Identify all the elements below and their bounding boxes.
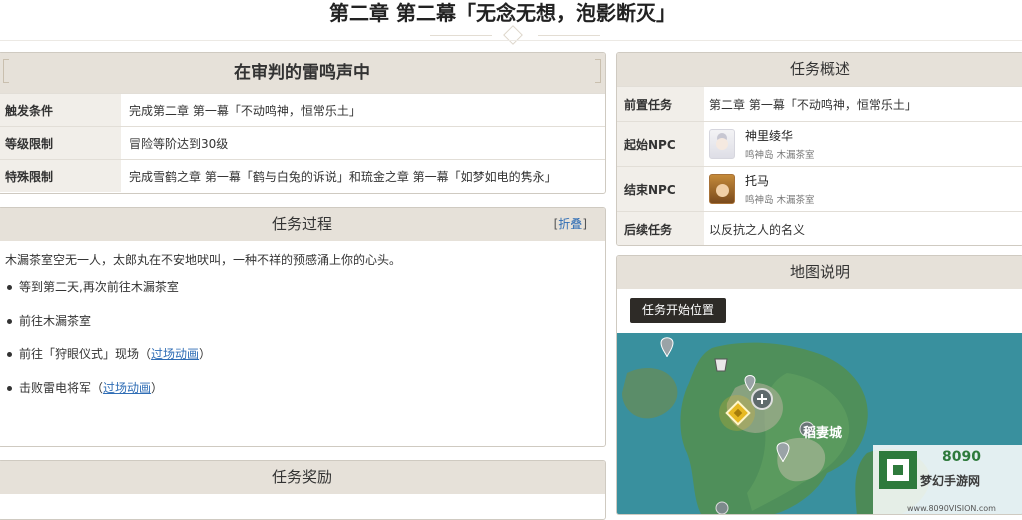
watermark-logo-text: 8090 (942, 449, 981, 465)
row-label: 前置任务 (617, 87, 704, 121)
process-steps: 等到第二天,再次前往木漏茶室 前往木漏茶室 前往「狩眼仪式」现场（过场动画） 击… (0, 271, 605, 405)
row-label: 起始NPC (617, 122, 704, 166)
info-row-special: 特殊限制 完成雪鹤之章 第一幕「鹤与白兔的诉说」和琉金之章 第一幕「如梦如电的隽… (0, 159, 605, 192)
list-item: 等到第二天,再次前往木漏茶室 (7, 271, 605, 305)
info-row-level: 等级限制 冒险等阶达到30级 (0, 126, 605, 159)
title-divider (0, 40, 1022, 41)
map-image: 稻妻城 8090 梦幻手游网 www.8090VISION.com (617, 333, 1022, 514)
reward-title: 任务奖励 (271, 468, 332, 486)
overview-row-start-npc: 起始NPC 神里绫华 鸣神岛 木漏茶室 (617, 121, 1022, 166)
map-title: 地图说明 (789, 263, 850, 281)
quest-name-header: 在审判的雷鸣声中 (0, 53, 605, 93)
bullet-icon (7, 385, 12, 391)
overview-row-prev: 前置任务 第二章 第一幕「不动鸣神，恒常乐土」 (617, 86, 1022, 121)
watermark-site-name: 梦幻手游网 (920, 473, 980, 488)
npc-name[interactable]: 托马 (745, 172, 815, 189)
overview-row-end-npc: 结束NPC 托马 鸣神岛 木漏茶室 (617, 166, 1022, 211)
overview-header: 任务概述 (617, 53, 1022, 86)
quest-name: 在审判的雷鸣声中 (234, 63, 370, 83)
cutscene-link[interactable]: 过场动画 (103, 372, 151, 406)
overview-title: 任务概述 (789, 60, 850, 78)
row-value: 完成第二章 第一幕「不动鸣神，恒常乐土」 (129, 103, 361, 118)
quest-map[interactable]: 稻妻城 8090 梦幻手游网 www.8090VISION.com (617, 333, 1022, 514)
avatar[interactable] (709, 129, 735, 159)
row-label: 特殊限制 (0, 160, 121, 192)
process-intro: 木漏茶室空无一人，太郎丸在不安地吠叫，一种不祥的预感涌上你的心头。 (5, 253, 402, 267)
process-title: 任务过程 (271, 215, 332, 233)
avatar[interactable] (709, 174, 735, 204)
row-label: 等级限制 (0, 127, 121, 159)
list-item: 前往「狩眼仪式」现场（过场动画） (7, 338, 605, 372)
quest-trigger-panel: 在审判的雷鸣声中 触发条件 完成第二章 第一幕「不动鸣神，恒常乐土」 等级限制 … (0, 52, 606, 194)
cutscene-link[interactable]: 过场动画 (151, 338, 199, 372)
overview-row-next: 后续任务 以反抗之人的名义 (617, 211, 1022, 245)
map-panel: 地图说明 任务开始位置 稻妻城 8090 梦幻手游网 www.8090VISIO… (616, 255, 1022, 515)
npc-name[interactable]: 神里绫华 (745, 127, 815, 144)
quest-reward-panel: 任务奖励 (0, 460, 606, 520)
npc-location: 鸣神岛 木漏茶室 (745, 150, 815, 161)
collapse-link[interactable]: 折叠 (558, 217, 582, 231)
process-header: 任务过程 [折叠] (0, 208, 605, 241)
row-label: 后续任务 (617, 212, 704, 245)
map-header: 地图说明 (617, 256, 1022, 289)
list-item: 前往木漏茶室 (7, 305, 605, 339)
watermark-url: www.8090VISION.com (907, 504, 996, 513)
row-value: 完成雪鹤之章 第一幕「鹤与白兔的诉说」和琉金之章 第一幕「如梦如电的隽永」 (129, 169, 557, 184)
npc-location: 鸣神岛 木漏茶室 (745, 195, 815, 206)
info-row-trigger: 触发条件 完成第二章 第一幕「不动鸣神，恒常乐土」 (0, 93, 605, 126)
row-value: 冒险等阶达到30级 (129, 136, 229, 151)
bullet-icon (7, 285, 12, 291)
npc-entry[interactable]: 托马 鸣神岛 木漏茶室 (704, 167, 815, 211)
row-label: 结束NPC (617, 167, 704, 211)
row-value: 以反抗之人的名义 (709, 222, 806, 237)
quest-overview-panel: 任务概述 前置任务 第二章 第一幕「不动鸣神，恒常乐土」 起始NPC 神里绫华 … (616, 52, 1022, 246)
collapse-toggle[interactable]: [折叠] (554, 208, 587, 241)
row-value: 第二章 第一幕「不动鸣神，恒常乐土」 (709, 97, 917, 112)
bullet-icon (7, 318, 12, 324)
title-ornament (430, 25, 600, 45)
quest-process-panel: 任务过程 [折叠] 木漏茶室空无一人，太郎丸在不安地吠叫，一种不祥的预感涌上你的… (0, 207, 606, 447)
reward-header: 任务奖励 (0, 461, 605, 494)
map-city-label: 稻妻城 (803, 425, 842, 441)
bullet-icon (7, 352, 12, 358)
site-watermark: 8090 梦幻手游网 www.8090VISION.com (873, 445, 1022, 514)
row-label: 触发条件 (0, 94, 121, 126)
list-item: 击败雷电将军（过场动画） (7, 372, 605, 406)
npc-entry[interactable]: 神里绫华 鸣神岛 木漏茶室 (704, 122, 815, 166)
map-tab-start-location[interactable]: 任务开始位置 (630, 298, 727, 323)
